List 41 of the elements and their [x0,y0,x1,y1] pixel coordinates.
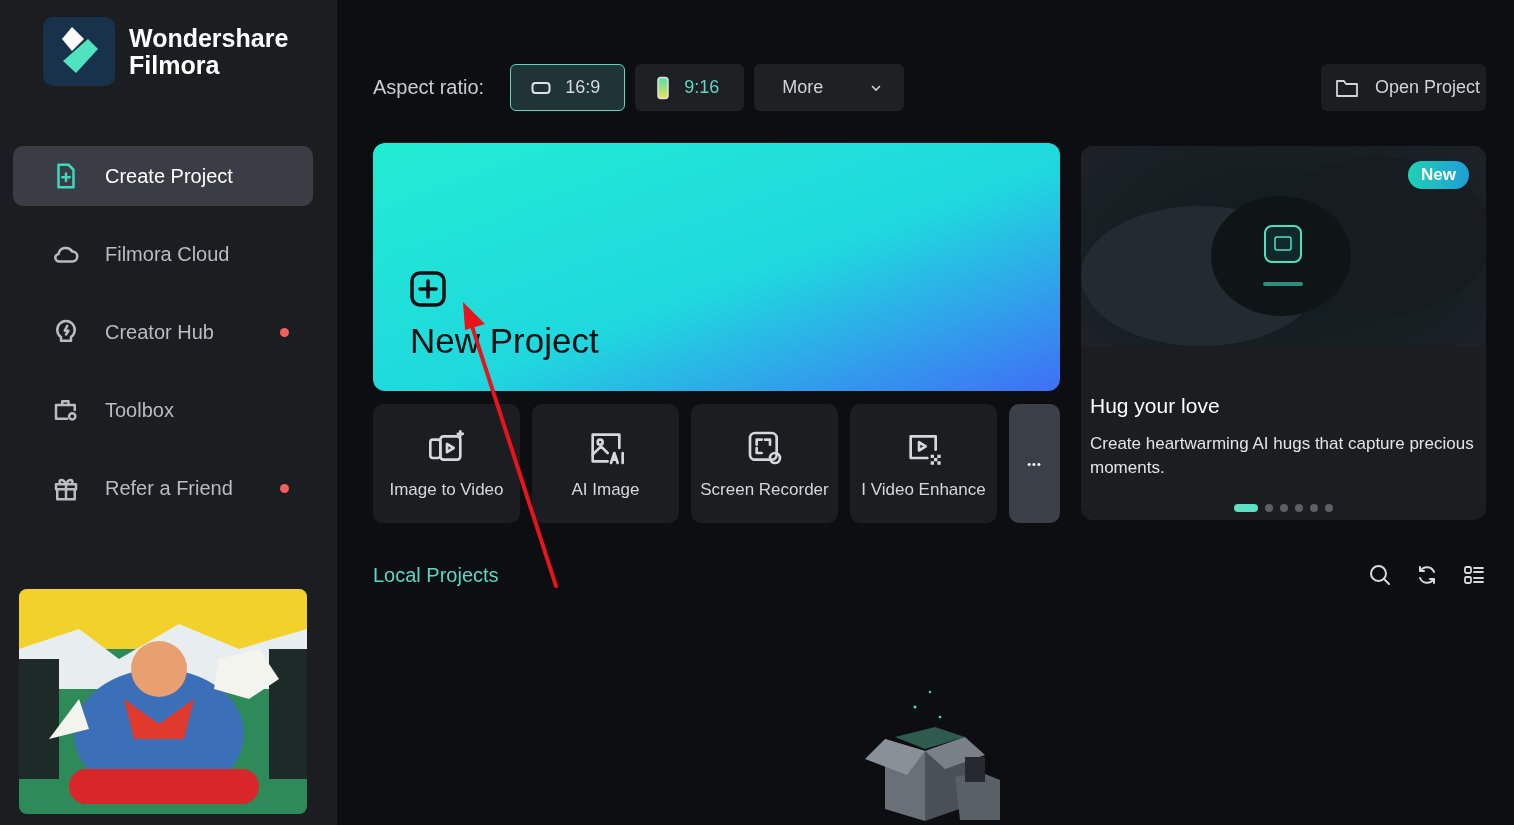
filmora-logo [43,17,115,86]
sidebar-item-label: Filmora Cloud [105,242,231,266]
aspect-ratio-button[interactable]: 9:16 [635,64,745,111]
tool-card[interactable]: I Video Enhance [850,404,997,523]
sidebar-item[interactable]: Create Project [13,146,313,206]
search-button[interactable] [1368,563,1392,587]
landscape-ratio-icon [531,80,552,95]
more-tools-button[interactable]: ••• [1009,404,1060,523]
open-project-button[interactable]: Open Project [1320,64,1486,111]
tool-card[interactable]: AI Image [532,404,679,523]
aspect-ratio-button[interactable]: 16:9 [510,64,626,111]
local-projects-title: Local Projects [373,563,500,587]
sidebar-item-label: Toolbox [105,398,175,422]
sidebar-item-label: Create Project [105,164,234,188]
sidebar-item-label: Creator Hub [105,320,215,344]
sidebar-item[interactable]: Filmora Cloud [13,224,313,284]
carousel-dot[interactable] [1325,504,1333,512]
promo-description: Create heartwarming AI hugs that capture precious moments. [1090,433,1475,479]
brand-name: Wondershare Filmora [129,24,289,79]
portrait-ratio-icon [656,75,671,100]
search-icon [1368,563,1392,587]
list-view-button[interactable] [1462,563,1486,587]
more-dropdown[interactable]: More [754,64,905,111]
carousel-dot[interactable] [1310,504,1318,512]
carousel-dot[interactable] [1295,504,1303,512]
promo-title: Hug your love [1090,394,1221,418]
plus-square-icon [410,271,446,307]
sidebar-item[interactable]: Refer a Friend [13,458,313,518]
aspect-ratio-label: Aspect ratio: [373,76,485,99]
list-view-icon [1462,563,1486,587]
sidebar-item[interactable]: Creator Hub [13,302,313,362]
carousel-dot[interactable] [1265,504,1273,512]
chevron-down-icon [870,83,883,92]
promo-card[interactable]: New Hug your love Create heartwarming AI hugs that capture precious moments. [1081,146,1486,520]
tool-card[interactable]: Screen Recorder [691,404,838,523]
carousel-dot[interactable] [1280,504,1288,512]
folder-icon [1334,77,1359,98]
tool-card[interactable]: Image to Video [373,404,520,523]
new-badge: New [1408,161,1469,189]
sidebar-item[interactable]: Toolbox [13,380,313,440]
sidebar-item-label: Refer a Friend [105,476,234,500]
